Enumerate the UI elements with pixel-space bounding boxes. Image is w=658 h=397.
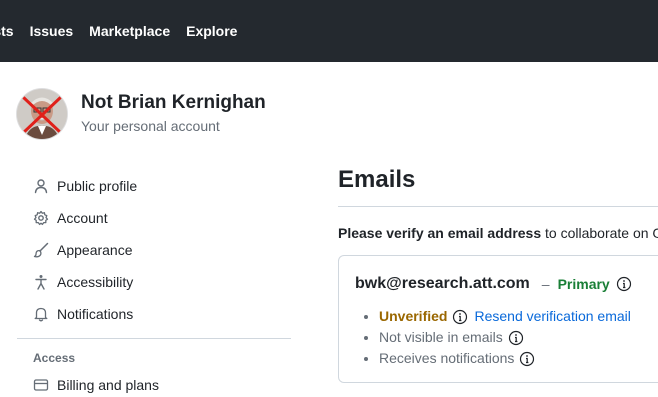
avatar[interactable] (17, 89, 67, 139)
sidebar-heading-access: Access (33, 351, 76, 365)
sidebar-item-billing[interactable]: Billing and plans (17, 369, 291, 397)
sidebar-item-label: Public profile (57, 178, 138, 194)
sidebar-item-account[interactable]: Account (17, 202, 291, 234)
verify-notice: Please verify an email address to collab… (338, 225, 658, 241)
sidebar-item-label: Accessibility (57, 274, 134, 290)
sidebar-item-public-profile[interactable]: Public profile (17, 170, 291, 202)
sidebar-item-label: Account (57, 210, 108, 226)
sidebar-divider (17, 338, 291, 339)
credit-card-icon (33, 377, 49, 393)
sidebar-item-notifications[interactable]: Notifications (17, 298, 291, 330)
sidebar-item-label: Appearance (57, 242, 133, 258)
detail-receives-notifications: Receives notifications (379, 350, 515, 366)
paintbrush-icon (33, 242, 49, 258)
email-address: bwk@research.att.com (355, 275, 530, 292)
verify-notice-bold: Please verify an email address (338, 225, 542, 241)
email-separator: – (541, 276, 550, 292)
email-header: bwk@research.att.com – Primary (355, 275, 632, 293)
settings-sidebar: Public profile Account Appearance Access… (17, 170, 291, 397)
nav-explore[interactable]: Explore (186, 23, 237, 39)
sidebar-item-appearance[interactable]: Appearance (17, 234, 291, 266)
verify-notice-rest: to collaborate on G (541, 225, 658, 241)
title-divider (338, 206, 658, 207)
nav-pull-requests[interactable]: uests (0, 23, 14, 39)
detail-not-visible: Not visible in emails (379, 329, 503, 345)
nav-marketplace[interactable]: Marketplace (89, 23, 170, 39)
accessibility-icon (33, 274, 49, 290)
bell-icon (33, 306, 49, 322)
account-name[interactable]: Not Brian Kernighan (81, 92, 266, 114)
info-icon[interactable] (616, 276, 632, 292)
info-icon[interactable] (508, 330, 524, 346)
email-details-list: Unverified Resend verification email Not… (365, 306, 631, 369)
page-title: Emails (338, 166, 416, 193)
avatar-image (17, 89, 67, 139)
list-item: Receives notifications (379, 348, 631, 369)
person-icon (33, 178, 49, 194)
sidebar-item-label: Notifications (57, 306, 134, 322)
account-subtitle: Your personal account (81, 118, 220, 134)
resend-verification-link[interactable]: Resend verification email (474, 306, 630, 327)
sidebar-item-accessibility[interactable]: Accessibility (17, 266, 291, 298)
primary-badge: Primary (557, 276, 610, 292)
sidebar-item-label: Billing and plans (57, 377, 159, 393)
gear-icon (33, 210, 49, 226)
list-item: Not visible in emails (379, 327, 631, 348)
nav-issues[interactable]: Issues (30, 23, 74, 39)
email-card: bwk@research.att.com – Primary Unverifie… (338, 255, 658, 383)
global-header: uests Issues Marketplace Explore (0, 0, 658, 62)
global-nav: uests Issues Marketplace Explore (0, 23, 253, 39)
info-icon[interactable] (519, 351, 535, 367)
unverified-badge: Unverified (379, 308, 448, 324)
info-icon[interactable] (452, 309, 468, 325)
list-item: Unverified Resend verification email (379, 306, 631, 327)
